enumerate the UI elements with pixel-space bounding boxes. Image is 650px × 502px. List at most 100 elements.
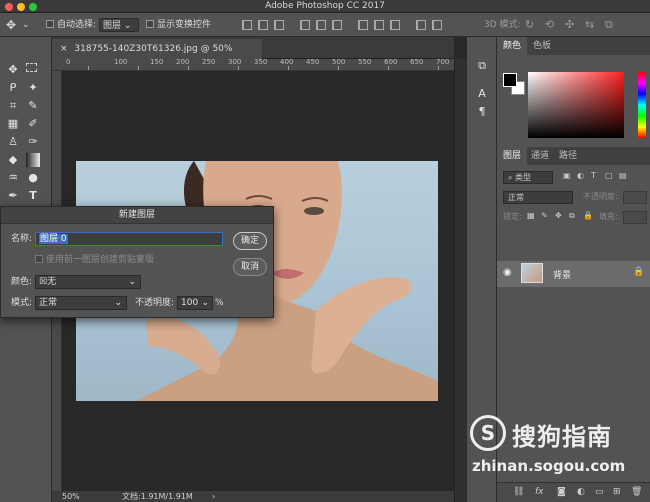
align-left-icon[interactable]	[300, 20, 310, 30]
filter-type-icon[interactable]: T	[591, 171, 596, 180]
layer-thumbnail	[521, 263, 543, 283]
crop-tool-icon[interactable]: ⌗	[6, 99, 20, 113]
auto-select-dropdown[interactable]: 图层 ⌄	[99, 18, 139, 32]
document-tab[interactable]: × 318755-140Z30T61326.jpg @ 50%(RGB/8#)	[52, 39, 262, 74]
history-brush-tool-icon[interactable]: ✑	[26, 135, 40, 149]
3d-roll-icon[interactable]: ⟲	[545, 18, 554, 32]
3d-scale-icon[interactable]: ⧉	[605, 18, 613, 32]
paragraph-panel-icon[interactable]: ¶	[475, 105, 489, 119]
color-value: 无	[47, 277, 57, 287]
delete-layer-icon[interactable]: 🗑	[631, 487, 642, 497]
ruler-tick-label: 700	[436, 58, 450, 66]
marquee-tool-icon[interactable]	[26, 63, 37, 72]
character-panel-icon[interactable]: A	[475, 87, 489, 101]
layer-visibility-eye-icon[interactable]: ◉	[503, 267, 512, 278]
move-tool-icon[interactable]: ✥	[6, 18, 16, 32]
adjustment-layer-icon[interactable]: ◐	[577, 487, 585, 497]
zoom-level[interactable]: 50%	[62, 491, 80, 502]
status-menu-chevron-icon[interactable]: ›	[212, 491, 215, 502]
color-picker-field[interactable]	[528, 72, 624, 138]
lock-transparent-icon[interactable]: ▦	[527, 211, 535, 220]
mode-chevron-icon: ⌄	[114, 298, 122, 308]
foreground-color-swatch[interactable]	[503, 73, 517, 87]
tab-color[interactable]: 颜色	[497, 37, 528, 55]
3d-orbit-icon[interactable]: ↻	[525, 18, 534, 32]
blend-mode-dropdown[interactable]: 正常	[503, 191, 573, 204]
lock-image-icon[interactable]: ✎	[541, 211, 548, 220]
pen-tool-icon[interactable]: ✒	[6, 189, 20, 203]
align-top-icon[interactable]	[242, 20, 252, 30]
opacity-input[interactable]: 100 ⌄	[177, 296, 213, 310]
align-center-icon[interactable]	[316, 20, 326, 30]
close-window-icon[interactable]	[5, 3, 13, 11]
ruler-tick-label: 250	[202, 58, 216, 66]
lock-row: 锁定: ▦ ✎ ✥ ⧉ 🔒 填充:	[497, 211, 650, 225]
tab-swatches[interactable]: 色板	[527, 37, 557, 55]
cancel-button[interactable]: 取消	[233, 258, 267, 276]
history-panel-icon[interactable]: ⧉	[475, 59, 489, 73]
brush-tool-icon[interactable]: ✐	[26, 117, 40, 131]
tab-close-icon[interactable]: ×	[60, 44, 68, 54]
distribute-top-icon[interactable]	[358, 20, 368, 30]
distribute-middle-icon[interactable]	[374, 20, 384, 30]
add-mask-icon[interactable]: ◙	[557, 487, 566, 497]
layer-name-input[interactable]: 图层 0	[35, 232, 223, 246]
blur-tool-icon[interactable]: ♒	[6, 171, 20, 185]
type-tool-icon[interactable]: T	[26, 189, 40, 203]
lock-position-icon[interactable]: ✥	[555, 211, 562, 220]
distribute-right-icon[interactable]	[432, 20, 442, 30]
healing-brush-tool-icon[interactable]: ▦	[6, 117, 20, 131]
filter-pixel-icon[interactable]: ▣	[563, 171, 571, 180]
clip-mask-checkbox[interactable]: 使用前一图层创建剪贴蒙版	[35, 253, 154, 267]
layers-footer: ⛓ fx ◙ ◐ ▭ ⊞ 🗑	[497, 482, 650, 502]
eraser-tool-icon[interactable]: ◆	[6, 153, 20, 167]
magic-wand-tool-icon[interactable]: ✦	[26, 81, 40, 95]
opacity-chevron-icon[interactable]: ⌄	[201, 297, 209, 309]
3d-slide-icon[interactable]: ⇆	[585, 18, 594, 32]
layer-name[interactable]: 背景	[553, 268, 571, 281]
align-bottom-icon[interactable]	[274, 20, 284, 30]
dodge-tool-icon[interactable]: ●	[26, 171, 40, 185]
distribute-left-icon[interactable]	[416, 20, 426, 30]
layer-style-icon[interactable]: fx	[535, 487, 544, 497]
tab-channels[interactable]: 通道	[525, 147, 555, 165]
lasso-tool-icon[interactable]: ᑭ	[6, 81, 20, 95]
tab-paths[interactable]: 路径	[553, 147, 583, 165]
move-tool-icon[interactable]: ✥	[6, 63, 20, 77]
vertical-scrollbar[interactable]	[454, 59, 466, 502]
layer-fill-field[interactable]	[623, 211, 647, 224]
new-group-icon[interactable]: ▭	[595, 487, 604, 497]
mode-dropdown[interactable]: 正常 ⌄	[35, 296, 127, 310]
lock-artboard-icon[interactable]: ⧉	[569, 211, 575, 221]
minimize-window-icon[interactable]	[17, 3, 25, 11]
show-transform-checkbox[interactable]: 显示变换控件	[146, 18, 211, 32]
layer-row-background[interactable]: ◉ 背景 🔒	[497, 261, 650, 287]
tab-layers[interactable]: 图层	[497, 147, 528, 165]
tool-preset-chevron-icon[interactable]: ⌄	[22, 18, 30, 32]
filter-smart-object-icon[interactable]: ▤	[619, 171, 627, 180]
ruler-tick-label: 450	[306, 58, 320, 66]
layer-kind-filter[interactable]: ⌕ 类型	[503, 171, 553, 184]
eyedropper-tool-icon[interactable]: ✎	[26, 99, 40, 113]
layer-opacity-field[interactable]	[623, 191, 647, 204]
lock-all-icon[interactable]: 🔒	[583, 211, 593, 220]
clone-stamp-tool-icon[interactable]: ♙	[6, 135, 20, 149]
sogou-logo-icon: S	[470, 415, 506, 451]
gradient-tool-icon[interactable]	[26, 153, 40, 167]
filter-shape-icon[interactable]: ▢	[605, 171, 613, 180]
3d-pan-icon[interactable]: ✣	[565, 18, 574, 32]
filter-adjustment-icon[interactable]: ◐	[577, 171, 584, 180]
align-middle-icon[interactable]	[258, 20, 268, 30]
auto-select-checkbox[interactable]: 自动选择:	[46, 18, 96, 32]
zoom-window-icon[interactable]	[29, 3, 37, 11]
align-right-icon[interactable]	[332, 20, 342, 30]
hue-slider[interactable]	[638, 72, 646, 138]
color-dropdown[interactable]: ☒无 ⌄	[35, 275, 141, 289]
ok-button[interactable]: 确定	[233, 232, 267, 250]
distribute-bottom-icon[interactable]	[390, 20, 400, 30]
new-layer-icon[interactable]: ⊞	[613, 487, 621, 497]
ruler-tick-label: 300	[228, 58, 242, 66]
color-label: 颜色:	[11, 277, 33, 287]
link-layers-icon[interactable]: ⛓	[513, 487, 524, 497]
sogou-watermark: S 搜狗指南 zhinan.sogou.com	[470, 415, 640, 475]
